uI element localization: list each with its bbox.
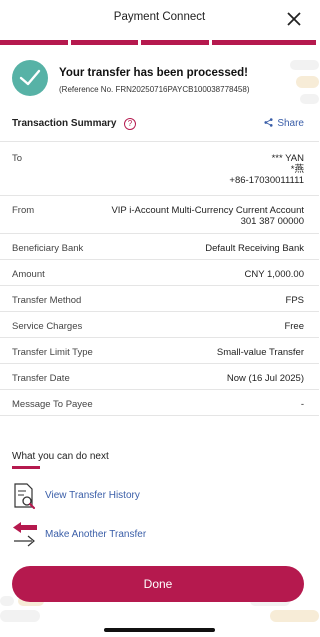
detail-row-from: From VIP i-Account Multi-Currency Curren… — [12, 205, 304, 229]
divider — [0, 285, 319, 286]
header-bar: Payment Connect — [0, 0, 319, 40]
from-account-name: VIP i-Account Multi-Currency Current Acc… — [111, 205, 304, 216]
from-label: From — [12, 205, 35, 216]
view-transfer-history-label: View Transfer History — [45, 490, 140, 501]
to-label: To — [12, 153, 23, 164]
payee-name-chinese: *燕 — [290, 164, 304, 175]
transfer-limit-type-label: Transfer Limit Type — [12, 347, 93, 358]
amount-value: CNY 1,000.00 — [244, 269, 304, 280]
beneficiary-bank-value: Default Receiving Bank — [205, 243, 304, 254]
view-transfer-history-link[interactable]: View Transfer History — [12, 482, 232, 510]
transfer-method-value: FPS — [285, 295, 304, 306]
done-button[interactable]: Done — [12, 566, 304, 602]
document-search-icon — [14, 483, 35, 509]
success-title: Your transfer has been processed! — [59, 67, 248, 79]
from-value: VIP i-Account Multi-Currency Current Acc… — [111, 205, 304, 227]
detail-row-to: To *** YAN *燕 +86-17030011111 — [12, 153, 304, 193]
transfer-arrows-icon — [13, 522, 37, 547]
divider — [0, 311, 319, 312]
to-value: *** YAN *燕 +86-17030011111 — [229, 153, 304, 186]
page-title: Payment Connect — [113, 11, 206, 23]
home-indicator — [104, 628, 215, 632]
success-check-circle — [12, 60, 48, 96]
transfer-date-value: Now (16 Jul 2025) — [226, 373, 304, 384]
from-account-number: 301 387 00000 — [240, 216, 304, 227]
divider — [0, 195, 319, 196]
next-steps-underline — [12, 466, 40, 469]
beneficiary-bank-label: Beneficiary Bank — [12, 243, 84, 254]
close-icon — [287, 12, 301, 26]
summary-title: Transaction Summary — [12, 118, 117, 129]
share-label: Share — [277, 118, 304, 129]
divider — [0, 233, 319, 234]
next-steps-title: What you can do next — [12, 451, 109, 462]
transfer-method-label: Transfer Method — [12, 295, 82, 306]
checkmark-icon — [19, 69, 41, 86]
divider — [0, 141, 319, 142]
close-button[interactable] — [284, 9, 304, 29]
divider — [0, 415, 319, 416]
payee-name: *** YAN — [271, 153, 304, 164]
service-charges-label: Service Charges — [12, 321, 83, 332]
amount-label: Amount — [12, 269, 45, 280]
payee-phone: +86-17030011111 — [229, 175, 304, 186]
share-icon — [264, 118, 273, 127]
transaction-summary-header: Transaction Summary ? Share — [12, 118, 306, 132]
divider — [0, 363, 319, 364]
divider — [0, 389, 319, 390]
divider — [0, 259, 319, 260]
success-banner: Your transfer has been processed! (Refer… — [12, 60, 312, 102]
transfer-date-label: Transfer Date — [12, 373, 70, 384]
service-charges-value: Free — [284, 321, 304, 332]
reference-number: (Reference No. FRN20250716PAYCB100038778… — [59, 85, 250, 94]
message-to-payee-value: - — [300, 399, 304, 410]
brand-stripes — [0, 40, 319, 45]
divider — [0, 337, 319, 338]
make-another-transfer-label: Make Another Transfer — [45, 529, 147, 540]
message-to-payee-label: Message To Payee — [12, 399, 93, 410]
help-icon[interactable]: ? — [124, 118, 136, 130]
make-another-transfer-link[interactable]: Make Another Transfer — [12, 521, 232, 549]
transfer-limit-type-value: Small-value Transfer — [216, 347, 304, 358]
share-button[interactable]: Share — [264, 118, 304, 129]
